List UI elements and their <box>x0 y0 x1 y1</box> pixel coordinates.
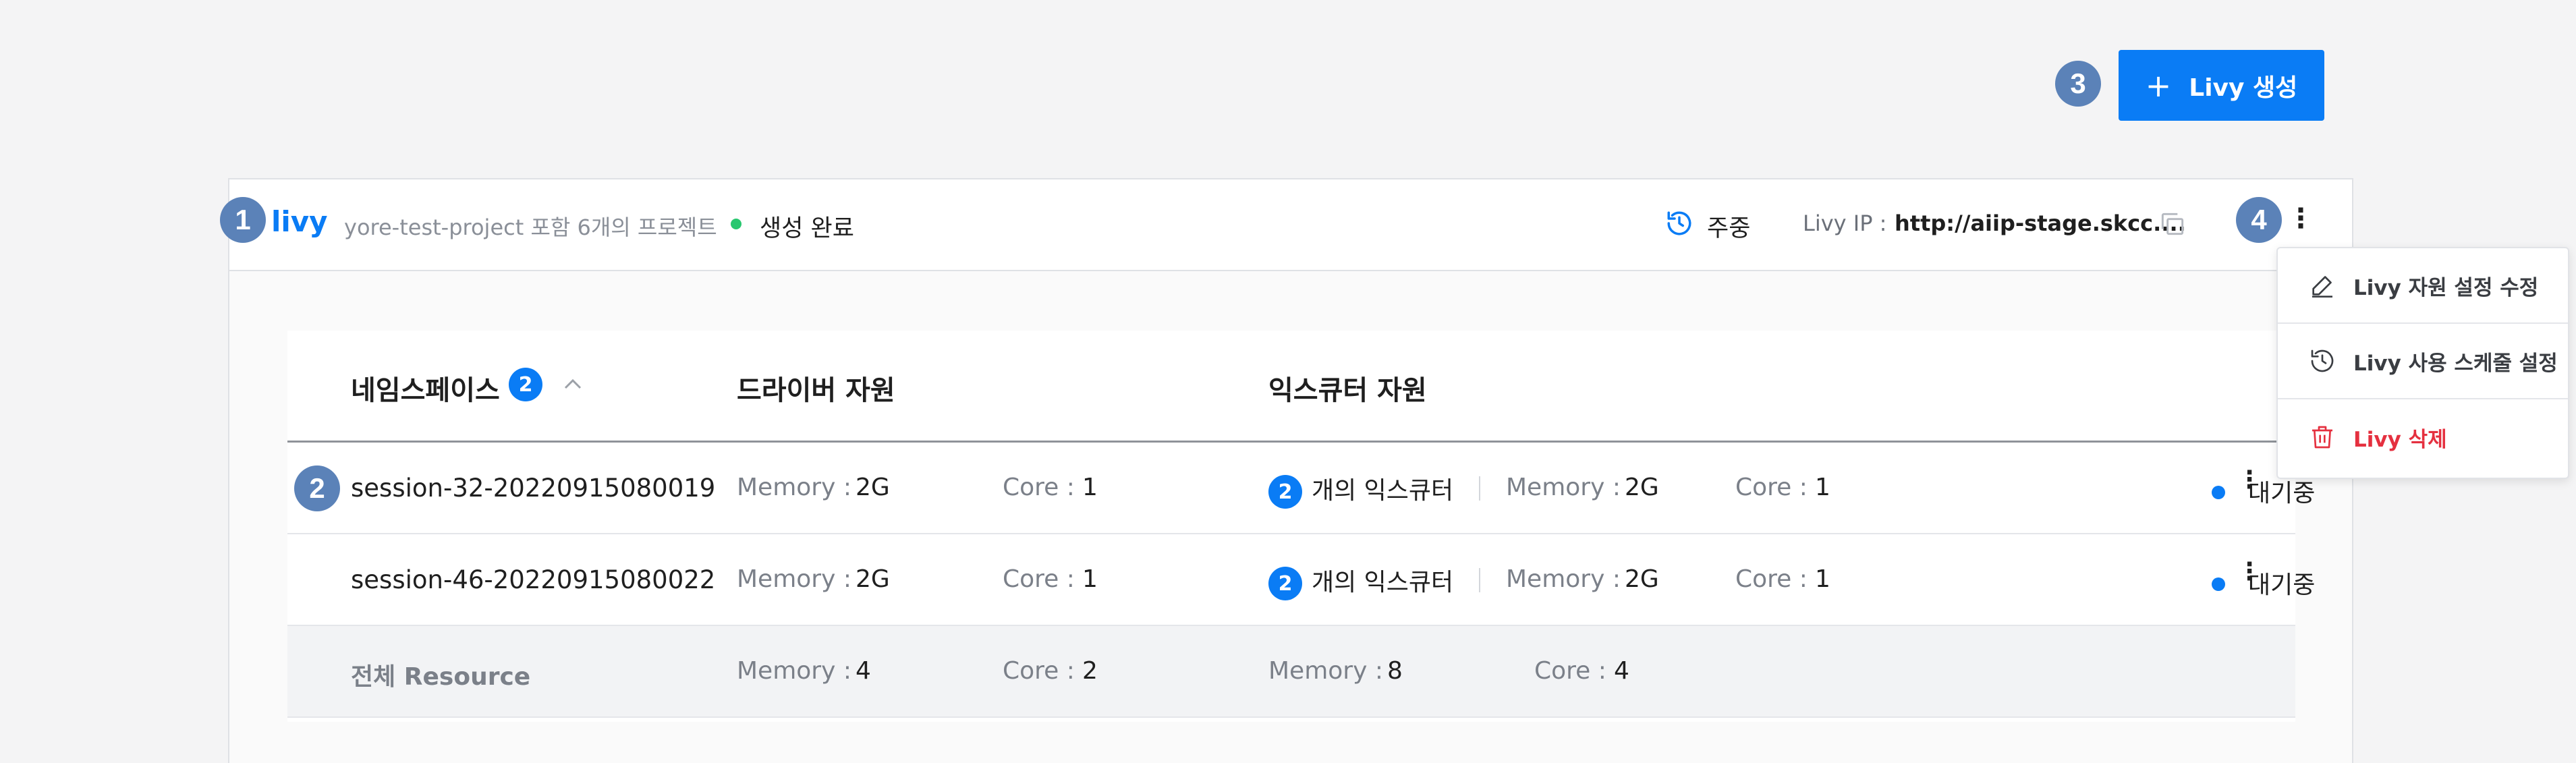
livy-status: 생성 완료 <box>760 215 854 242</box>
plus-icon: + <box>2145 67 2172 104</box>
session-table: 네임스페이스 2 드라이버 자원 익스큐터 자원 session-32-2022… <box>287 331 2315 722</box>
livy-name[interactable]: livy <box>271 205 328 238</box>
executor-count-label: 개의 익스큐터 <box>1312 477 1454 505</box>
namespace-header: 네임스페이스 <box>351 375 500 406</box>
menu-item-schedule[interactable]: Livy 사용 스케줄 설정 <box>2278 324 2568 399</box>
divider <box>1479 476 1480 501</box>
driver-memory-label: Memory : <box>737 565 851 593</box>
livy-projects: yore-test-project 포함 6개의 프로젝트 <box>344 215 717 240</box>
total-label: 전체 Resource <box>351 663 531 691</box>
driver-core-value: 1 <box>1082 565 1098 593</box>
total-executor-core-value: 4 <box>1614 657 1629 685</box>
driver-core-label: Core : <box>1003 565 1075 593</box>
create-livy-button[interactable]: + Livy 생성 <box>2119 50 2324 121</box>
callout-3: 3 <box>2055 61 2101 107</box>
livy-schedule: 주중 <box>1707 215 1751 242</box>
copy-icon[interactable] <box>2158 209 2187 239</box>
menu-item-label: Livy 자원 설정 수정 <box>2353 275 2539 300</box>
executor-memory-value: 2G <box>1625 474 1659 501</box>
session-name: session-32-20220915080019 <box>351 474 716 503</box>
history-icon <box>1667 211 1691 235</box>
driver-memory-label: Memory : <box>737 474 851 501</box>
total-executor-memory-value: 8 <box>1387 657 1403 685</box>
total-row: 전체 Resource Memory : 4 Core : 2 Memory :… <box>287 626 2295 718</box>
menu-item-delete[interactable]: Livy 삭제 <box>2278 399 2568 475</box>
status-dot <box>731 219 741 229</box>
livy-more-button[interactable]: ⋮ <box>2287 205 2314 232</box>
row-more-button[interactable]: ⋮ <box>2237 560 2262 584</box>
livy-context-menu: Livy 자원 설정 수정 Livy 사용 스케줄 설정 Livy 삭제 <box>2276 247 2569 479</box>
menu-item-label: Livy 삭제 <box>2353 427 2447 452</box>
executor-memory-label: Memory : <box>1506 565 1621 593</box>
executor-count-badge: 2 <box>1268 475 1302 509</box>
callout-4: 4 <box>2236 197 2282 243</box>
executor-core-value: 1 <box>1815 565 1830 593</box>
divider <box>1479 568 1480 592</box>
executor-core-value: 1 <box>1815 474 1830 501</box>
executor-memory-value: 2G <box>1625 565 1659 593</box>
history-icon <box>2311 349 2334 372</box>
livy-panel: livy yore-test-project 포함 6개의 프로젝트 생성 완료… <box>228 178 2353 763</box>
driver-core-value: 1 <box>1082 474 1098 501</box>
trash-icon <box>2312 426 2332 449</box>
menu-item-label: Livy 사용 스케줄 설정 <box>2353 351 2558 376</box>
total-driver-memory-label: Memory : <box>737 657 851 685</box>
callout-1: 1 <box>220 197 266 243</box>
executor-count-badge: 2 <box>1268 567 1302 600</box>
menu-item-edit-resources[interactable]: Livy 자원 설정 수정 <box>2278 248 2568 324</box>
executor-header: 익스큐터 자원 <box>1268 375 1427 406</box>
session-name: session-46-20220915080022 <box>351 565 716 594</box>
total-driver-memory-value: 4 <box>856 657 871 685</box>
namespace-count-badge: 2 <box>509 368 542 401</box>
driver-memory-value: 2G <box>856 565 890 593</box>
row-more-button[interactable]: ⋮ <box>2237 468 2262 492</box>
table-row[interactable]: session-32-20220915080019 Memory : 2G Co… <box>287 443 2315 534</box>
callout-2: 2 <box>294 465 340 511</box>
livy-panel-header: livy yore-test-project 포함 6개의 프로젝트 생성 완료… <box>229 179 2352 271</box>
status-dot <box>2212 577 2225 591</box>
chevron-up-icon[interactable] <box>563 376 583 391</box>
table-header: 네임스페이스 2 드라이버 자원 익스큐터 자원 <box>287 331 2295 443</box>
total-driver-core-label: Core : <box>1003 657 1075 685</box>
edit-icon <box>2312 276 2332 298</box>
executor-memory-label: Memory : <box>1506 474 1621 501</box>
executor-count-label: 개의 익스큐터 <box>1312 569 1454 596</box>
livy-ip-value: http://aiip-stage.skcc.... <box>1895 210 2186 236</box>
total-executor-core-label: Core : <box>1534 657 1606 685</box>
table-row[interactable]: session-46-20220915080022 Memory : 2G Co… <box>287 534 2315 626</box>
total-driver-core-value: 2 <box>1082 657 1098 685</box>
executor-core-label: Core : <box>1735 474 1808 501</box>
executor-core-label: Core : <box>1735 565 1808 593</box>
driver-core-label: Core : <box>1003 474 1075 501</box>
driver-memory-value: 2G <box>856 474 890 501</box>
livy-ip-label: Livy IP : <box>1803 210 1887 236</box>
total-executor-memory-label: Memory : <box>1268 657 1383 685</box>
driver-header: 드라이버 자원 <box>737 375 895 406</box>
executor-count: 2 개의 익스큐터 <box>1268 471 1453 509</box>
status-dot <box>2212 486 2225 499</box>
create-livy-label: Livy 생성 <box>2189 74 2298 102</box>
executor-count: 2 개의 익스큐터 <box>1268 563 1453 600</box>
